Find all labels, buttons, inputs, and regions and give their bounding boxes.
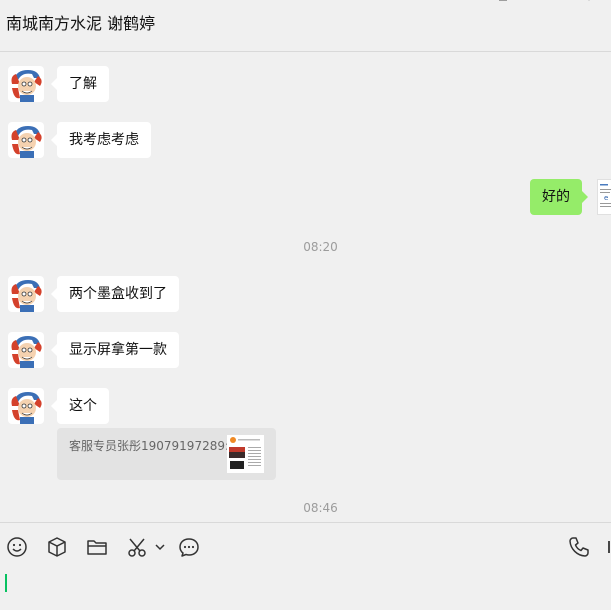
contact-avatar[interactable] [8,276,44,312]
input-toolbar [0,522,611,572]
contact-avatar[interactable] [8,66,44,102]
message-bubble-self[interactable]: 好的 [530,179,588,215]
message-bubble[interactable]: 我考虑考虑 [51,122,151,158]
quoted-message[interactable]: 客服专员张彤19079197289: [57,428,276,480]
chat-header: 南城南方水泥 谢鹤婷 [0,0,611,52]
folder-icon[interactable] [85,535,109,559]
chat-bubble-icon[interactable] [177,535,201,559]
box-icon[interactable] [45,535,69,559]
message-bubble[interactable]: 显示屏拿第一款 [51,332,179,368]
quoted-message-text: 客服专员张彤19079197289: [69,439,230,453]
chat-title: 南城南方水泥 谢鹤婷 [6,14,156,33]
quoted-image-thumbnail[interactable] [227,435,264,473]
phone-icon[interactable] [567,535,591,559]
contact-avatar[interactable] [8,122,44,158]
message-bubble[interactable]: 两个墨盒收到了 [51,276,179,312]
scissors-icon[interactable] [125,535,149,559]
message-bubble[interactable]: 了解 [51,66,109,102]
contact-avatar[interactable] [8,388,44,424]
message-list[interactable]: 了解 我考虑考虑 好的 e 08:20 两个墨盒收到了 显示屏拿第一款 这个 客… [0,52,611,522]
timestamp: 08:20 [303,240,338,254]
text-cursor [5,574,7,592]
message-bubble[interactable]: 这个 [51,388,109,424]
self-avatar[interactable]: e [597,179,611,215]
timestamp: 08:46 [303,501,338,515]
message-input[interactable] [0,572,611,610]
svg-text:e: e [604,194,608,202]
video-icon[interactable] [604,535,611,559]
message-row: 好的 e [0,179,611,219]
emoji-icon[interactable] [5,535,29,559]
pin-icon[interactable] [497,0,509,6]
more-options-icon[interactable] [583,0,595,6]
contact-avatar[interactable] [8,332,44,368]
chevron-down-icon[interactable] [153,535,167,559]
